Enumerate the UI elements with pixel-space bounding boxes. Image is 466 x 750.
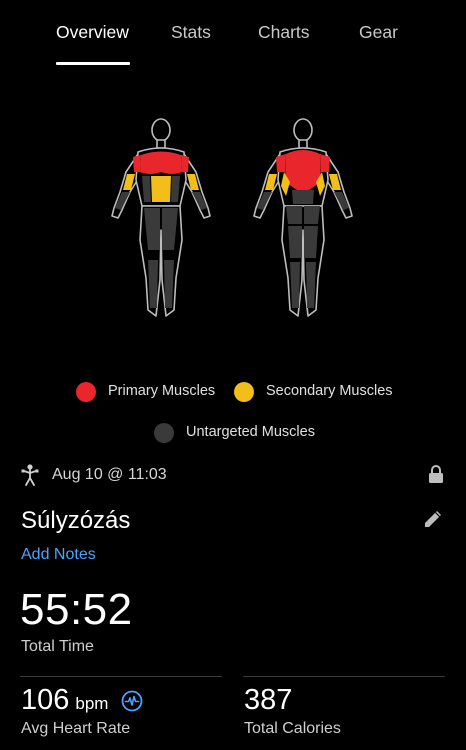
tab-charts[interactable]: Charts xyxy=(258,22,310,43)
lock-icon[interactable] xyxy=(428,464,444,484)
tab-stats[interactable]: Stats xyxy=(171,22,211,43)
tab-gear[interactable]: Gear xyxy=(359,22,398,43)
avg-hr-label: Avg Heart Rate xyxy=(21,720,131,737)
legend-secondary: Secondary Muscles xyxy=(234,382,404,404)
divider-left xyxy=(20,676,222,677)
add-notes-link[interactable]: Add Notes xyxy=(21,546,96,564)
activity-date: Aug 10 @ 11:03 xyxy=(52,466,167,483)
total-time-label: Total Time xyxy=(21,638,94,655)
legend-untargeted-label: Untargeted Muscles xyxy=(186,424,315,440)
heart-rate-icon[interactable] xyxy=(121,690,143,712)
pencil-icon[interactable] xyxy=(422,508,444,530)
legend-untargeted: Untargeted Muscles xyxy=(154,423,324,445)
avg-heart-rate: 106 bpm xyxy=(21,684,108,717)
untargeted-dot xyxy=(154,423,174,443)
tab-overview[interactable]: Overview xyxy=(56,22,129,43)
total-calories-label: Total Calories xyxy=(244,720,341,737)
activity-date-row: Aug 10 @ 11:03 xyxy=(20,462,450,488)
divider-right xyxy=(243,676,445,677)
primary-dot xyxy=(76,382,96,402)
activity-title: Súlyzózás xyxy=(21,507,131,534)
secondary-dot xyxy=(234,382,254,402)
legend-secondary-label: Secondary Muscles xyxy=(266,383,393,399)
front-figure xyxy=(111,118,211,317)
total-calories-value: 387 xyxy=(244,684,293,716)
total-time-value: 55:52 xyxy=(20,585,133,634)
back-figure xyxy=(253,118,353,317)
muscle-map xyxy=(100,110,366,330)
muscle-figures-svg xyxy=(111,118,353,317)
avg-hr-unit: bpm xyxy=(75,694,109,713)
tab-bar: Overview Stats Charts Gear xyxy=(0,0,466,70)
strength-training-icon xyxy=(21,464,39,486)
active-tab-indicator xyxy=(56,62,130,65)
avg-hr-value: 106 xyxy=(21,684,70,716)
legend-primary: Primary Muscles xyxy=(76,382,226,404)
legend-primary-label: Primary Muscles xyxy=(108,383,216,399)
